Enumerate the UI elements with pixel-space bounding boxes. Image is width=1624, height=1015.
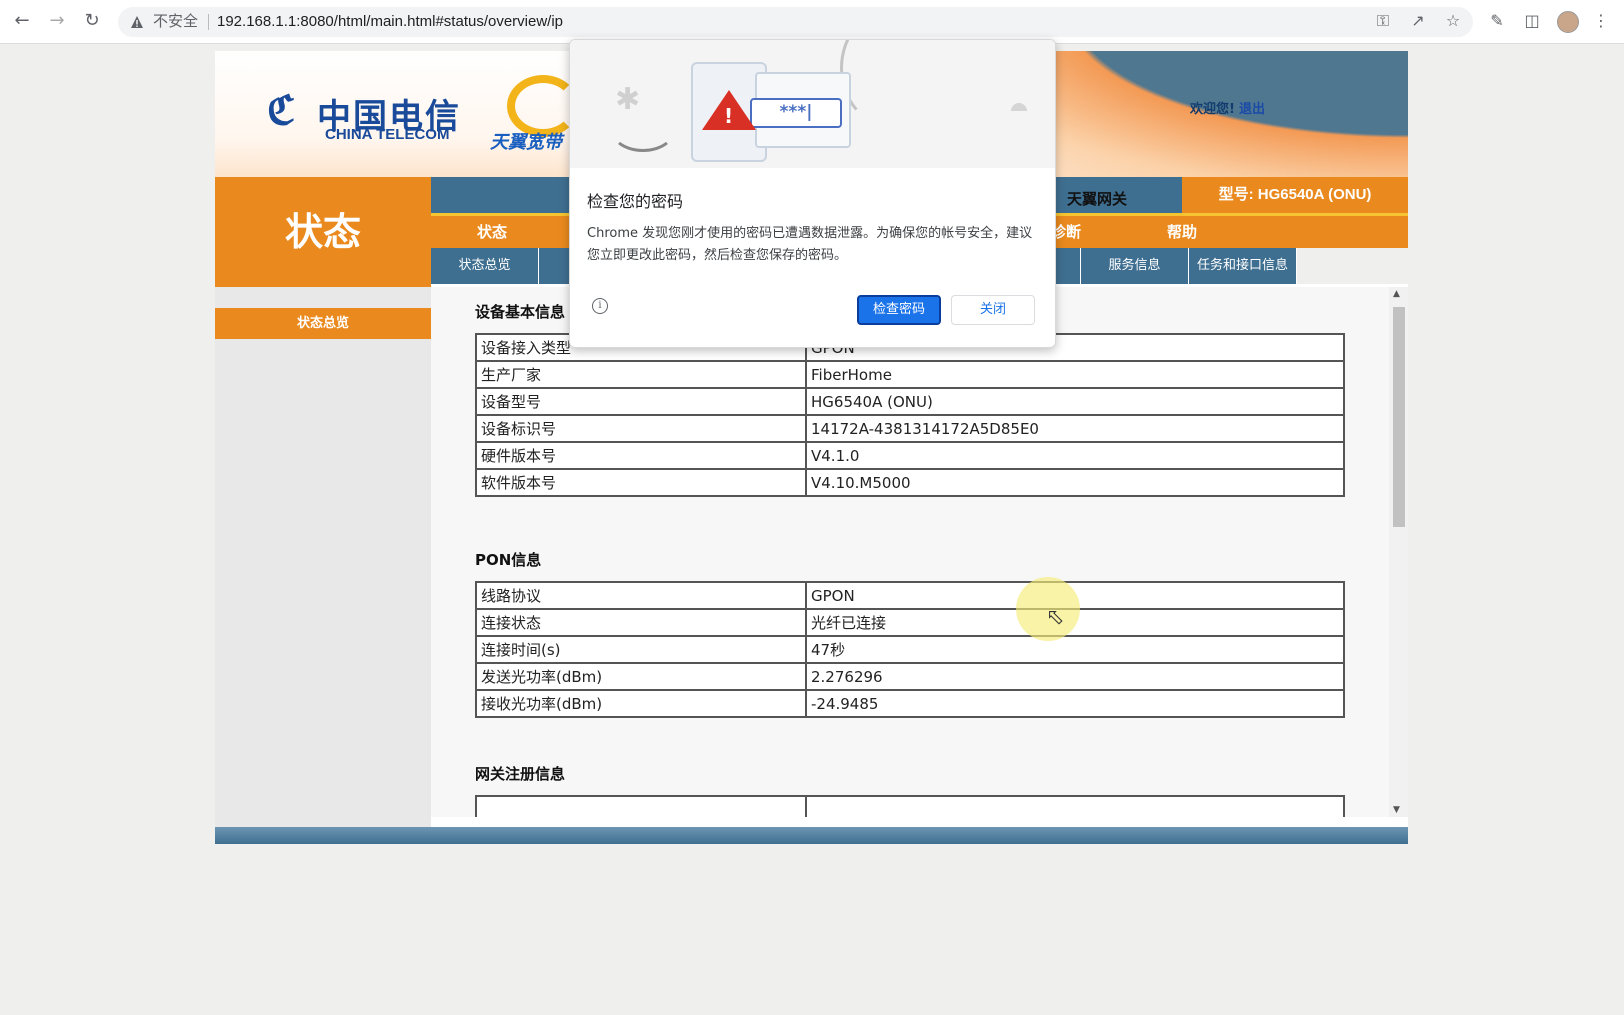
key-icon[interactable]: ⚿ bbox=[1372, 10, 1394, 32]
row-key: 连接状态 bbox=[475, 608, 807, 637]
row-value: 14172A-4381314172A5D85E0 bbox=[805, 414, 1345, 443]
gateway-label: 天翼网关 bbox=[1067, 190, 1128, 208]
table-row: 线路协议 GPON bbox=[475, 581, 1345, 610]
table-row: 软件版本号 V4.10.M5000 bbox=[475, 468, 1345, 497]
welcome-area: 欢迎您! 退出 bbox=[1190, 98, 1265, 117]
row-value: V4.10.M5000 bbox=[805, 468, 1345, 497]
menu-help[interactable]: 帮助 bbox=[1167, 221, 1197, 242]
tab-task-interface[interactable]: 任务和接口信息 bbox=[1189, 248, 1297, 284]
row-key: 设备型号 bbox=[475, 387, 807, 416]
table-row: 生产厂家 FiberHome bbox=[475, 360, 1345, 389]
table-row bbox=[475, 795, 1345, 817]
row-key: 硬件版本号 bbox=[475, 441, 807, 470]
forward-icon[interactable]: → bbox=[46, 10, 68, 31]
dialog-illustration: ✱ ***| ! bbox=[570, 40, 1055, 168]
row-value: FiberHome bbox=[805, 360, 1345, 389]
logout-link[interactable]: 退出 bbox=[1239, 102, 1265, 117]
menu-status[interactable]: 状态 bbox=[477, 221, 507, 242]
password-field-icon: ***| bbox=[750, 98, 842, 128]
logo-en: CHINA TELECOM bbox=[325, 126, 450, 143]
share-icon[interactable]: ↗ bbox=[1407, 10, 1429, 32]
row-key: 连接时间(s) bbox=[475, 635, 807, 664]
row-value: -24.9485 bbox=[805, 689, 1345, 718]
decoration-curve bbox=[840, 40, 936, 126]
row-key: 设备标识号 bbox=[475, 414, 807, 443]
row-key: 软件版本号 bbox=[475, 468, 807, 497]
decoration-dot bbox=[1011, 103, 1027, 111]
model-label: 型号: HG6540A (ONU) bbox=[1182, 177, 1408, 213]
decoration-curve bbox=[610, 106, 676, 152]
tab-status-overview[interactable]: 状态总览 bbox=[431, 248, 539, 284]
avatar[interactable] bbox=[1557, 11, 1579, 33]
row-key: 发送光功率(dBm) bbox=[475, 662, 807, 691]
row-value: 2.276296 bbox=[805, 662, 1345, 691]
content-scrollbar[interactable]: ▲ ▼ bbox=[1389, 287, 1408, 817]
table-row: 连接状态 光纤已连接 bbox=[475, 608, 1345, 637]
table-row: 接收光功率(dBm) -24.9485 bbox=[475, 689, 1345, 718]
row-key: 生产厂家 bbox=[475, 360, 807, 389]
row-key bbox=[475, 795, 807, 817]
extensions-icon[interactable]: ✎ bbox=[1486, 10, 1508, 32]
url-text[interactable]: 192.168.1.1:8080/html/main.html#status/o… bbox=[217, 7, 563, 37]
gateway-reg-title: 网关注册信息 bbox=[475, 765, 566, 783]
tab-service-info[interactable]: 服务信息 bbox=[1081, 248, 1189, 284]
close-button[interactable]: 关闭 bbox=[951, 295, 1035, 325]
scroll-up-icon[interactable]: ▲ bbox=[1393, 289, 1400, 299]
table-row: 设备标识号 14172A-4381314172A5D85E0 bbox=[475, 414, 1345, 443]
table-row: 设备型号 HG6540A (ONU) bbox=[475, 387, 1345, 416]
logo-sub: 天翼宽带 bbox=[490, 132, 562, 153]
reload-icon[interactable]: ↻ bbox=[81, 10, 103, 31]
star-icon[interactable]: ☆ bbox=[1442, 10, 1464, 32]
table-row: 发送光功率(dBm) 2.276296 bbox=[475, 662, 1345, 691]
row-value: 47秒 bbox=[805, 635, 1345, 664]
china-telecom-logo-icon: ℭ bbox=[267, 87, 296, 134]
sidepanel-icon[interactable]: ◫ bbox=[1521, 10, 1543, 32]
table-row: 硬件版本号 V4.1.0 bbox=[475, 441, 1345, 470]
table-row: 连接时间(s) 47秒 bbox=[475, 635, 1345, 664]
sidebar bbox=[215, 287, 431, 844]
row-value: HG6540A (ONU) bbox=[805, 387, 1345, 416]
security-label[interactable]: 不安全 bbox=[153, 7, 198, 37]
row-key: 接收光功率(dBm) bbox=[475, 689, 807, 718]
welcome-text: 欢迎您! bbox=[1190, 102, 1235, 117]
menu-icon[interactable]: ⋮ bbox=[1590, 10, 1612, 32]
check-password-button[interactable]: 检查密码 bbox=[857, 295, 941, 325]
row-value: V4.1.0 bbox=[805, 441, 1345, 470]
sidebar-item-status-overview[interactable]: 状态总览 bbox=[215, 308, 431, 339]
dialog-body: Chrome 发现您刚才使用的密码已遭遇数据泄露。为确保您的帐号安全，建议您立即… bbox=[587, 226, 1033, 263]
page-title: 状态 bbox=[215, 177, 431, 287]
footer-bar bbox=[215, 827, 1408, 844]
browser-toolbar: ← → ↻ 不安全 192.168.1.1:8080/html/main.htm… bbox=[0, 0, 1624, 44]
info-icon[interactable]: i bbox=[592, 298, 608, 314]
back-icon[interactable]: ← bbox=[11, 10, 33, 31]
device-info-table: 设备接入类型GPON 生产厂家FiberHome 设备型号HG6540A (ON… bbox=[475, 333, 1345, 497]
password-check-dialog: ✱ ***| ! 检查您的密码 Chrome 发现您刚才使用的密码已遭遇数据泄露… bbox=[569, 39, 1056, 348]
exclamation-icon: ! bbox=[724, 104, 734, 128]
row-value bbox=[805, 795, 1345, 817]
divider bbox=[208, 14, 209, 30]
scroll-thumb[interactable] bbox=[1393, 307, 1405, 527]
mouse-pointer-icon: ⬁ bbox=[1046, 605, 1065, 630]
dialog-title: 检查您的密码 bbox=[587, 192, 684, 211]
device-info-title: 设备基本信息 bbox=[475, 303, 566, 321]
content-panel: 设备基本信息 设备接入类型GPON 生产厂家FiberHome 设备型号HG65… bbox=[431, 287, 1389, 817]
pon-info-title: PON信息 bbox=[475, 551, 542, 569]
address-bar[interactable]: 不安全 192.168.1.1:8080/html/main.html#stat… bbox=[118, 7, 1473, 37]
warning-icon[interactable] bbox=[130, 15, 144, 29]
row-key: 线路协议 bbox=[475, 581, 807, 610]
scroll-down-icon[interactable]: ▼ bbox=[1393, 805, 1400, 815]
gateway-reg-table bbox=[475, 795, 1345, 817]
pon-info-table: 线路协议 GPON 连接状态 光纤已连接 连接时间(s) 47秒 发送光功率(dBm)… bbox=[475, 581, 1345, 718]
